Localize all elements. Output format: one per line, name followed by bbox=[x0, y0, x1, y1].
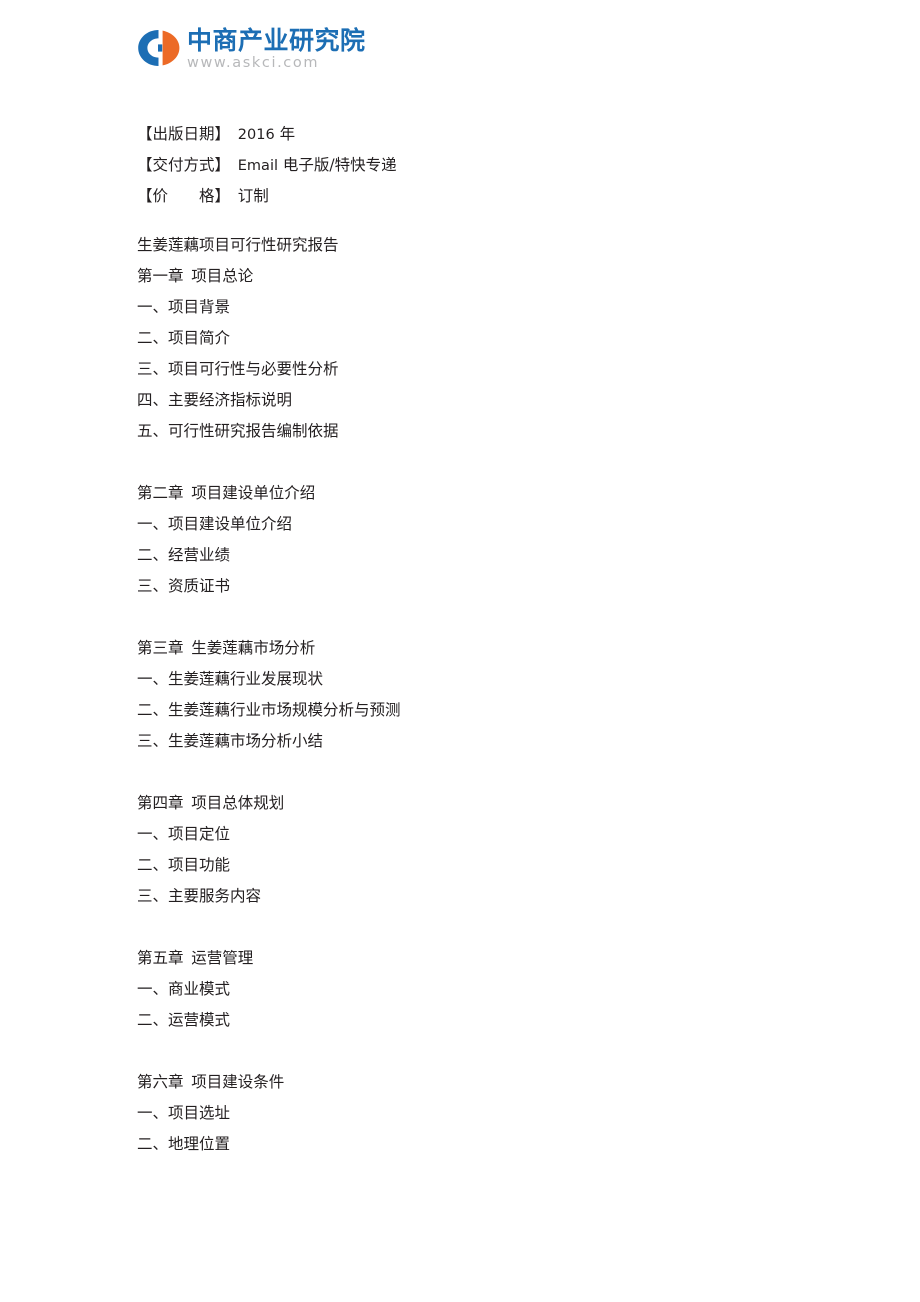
chapter-item: 二、运营模式 bbox=[137, 1012, 231, 1029]
logo-wordmark: 中商产业研究院 www.askci.com bbox=[187, 26, 366, 72]
meta-label: 【价 格】 bbox=[137, 187, 231, 205]
chapter-item: 二、经营业绩 bbox=[137, 547, 231, 564]
chapter-item: 一、生姜莲藕行业发展现状 bbox=[137, 671, 324, 688]
chapter-item: 二、项目功能 bbox=[137, 857, 231, 874]
chapter-item: 一、商业模式 bbox=[137, 981, 231, 998]
meta-value: Email bbox=[237, 158, 278, 174]
askci-c-mark-icon bbox=[137, 28, 181, 68]
chapter-item: 三、主要服务内容 bbox=[137, 888, 262, 905]
chapter-heading-6: 第六章 项目建设条件 bbox=[137, 1074, 285, 1091]
company-logo: 中商产业研究院 www.askci.com bbox=[137, 26, 366, 78]
chapter-item: 五、可行性研究报告编制依据 bbox=[137, 423, 339, 440]
document-body: 【出版日期】 2016 年 【交付方式】 Email 电子版/特快专递 【价 格… bbox=[137, 119, 797, 1160]
chapter-heading-4: 第四章 项目总体规划 bbox=[137, 795, 285, 812]
chapter-item: 二、项目简介 bbox=[137, 330, 231, 347]
logo-company-name: 中商产业研究院 bbox=[187, 26, 366, 55]
report-title: 生姜莲藕项目可行性研究报告 bbox=[137, 237, 339, 254]
meta-row-delivery: 【交付方式】 Email 电子版/特快专递 bbox=[137, 150, 797, 181]
chapter-item: 三、资质证书 bbox=[137, 578, 231, 595]
meta-row-price: 【价 格】 订制 bbox=[137, 181, 797, 212]
chapter-item: 二、生姜莲藕行业市场规模分析与预测 bbox=[137, 702, 401, 719]
logo-website: www.askci.com bbox=[187, 55, 320, 71]
meta-value-suffix: 电子版/特快专递 bbox=[278, 156, 397, 174]
chapter-heading-5: 第五章 运营管理 bbox=[137, 950, 254, 967]
meta-value-suffix: 年 bbox=[274, 125, 296, 143]
meta-label: 【出版日期】 bbox=[137, 125, 231, 143]
chapter-item: 三、项目可行性与必要性分析 bbox=[137, 361, 339, 378]
chapter-item: 四、主要经济指标说明 bbox=[137, 392, 293, 409]
chapter-heading-1: 第一章 项目总论 bbox=[137, 268, 254, 285]
chapter-heading-2: 第二章 项目建设单位介绍 bbox=[137, 485, 316, 502]
chapter-item: 三、生姜莲藕市场分析小结 bbox=[137, 733, 324, 750]
chapter-item: 一、项目建设单位介绍 bbox=[137, 516, 293, 533]
chapter-heading-3: 第三章 生姜莲藕市场分析 bbox=[137, 640, 316, 657]
meta-row-publish-date: 【出版日期】 2016 年 bbox=[137, 119, 797, 150]
meta-value: 2016 bbox=[237, 127, 275, 143]
meta-value-suffix: 订制 bbox=[237, 187, 269, 205]
chapter-item: 二、地理位置 bbox=[137, 1136, 231, 1153]
document-page: 中商产业研究院 www.askci.com 【出版日期】 2016 年 【交付方… bbox=[0, 0, 920, 1302]
chapter-item: 一、项目选址 bbox=[137, 1105, 231, 1122]
chapter-item: 一、项目背景 bbox=[137, 299, 231, 316]
chapter-item: 一、项目定位 bbox=[137, 826, 231, 843]
meta-label: 【交付方式】 bbox=[137, 156, 231, 174]
